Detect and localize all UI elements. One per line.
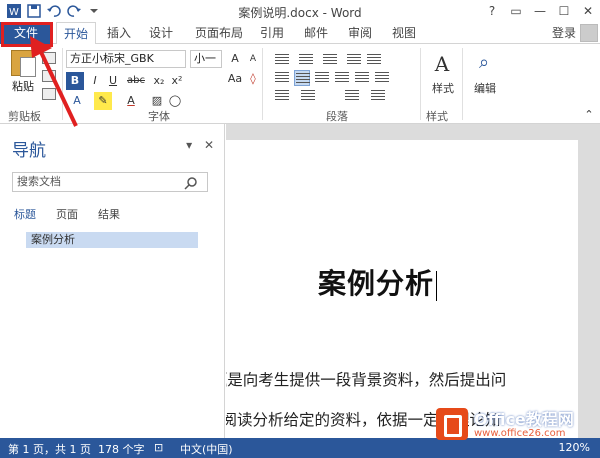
align-left-icon[interactable] — [274, 70, 290, 86]
align-right-icon[interactable] — [314, 70, 330, 86]
multilevel-list-icon[interactable] — [322, 52, 338, 68]
styles-button-label[interactable]: 样式 — [428, 80, 458, 98]
document-page[interactable]: 案例分析 f题是向考生提供一段背景资料，然后提出问 上阅读分析给定的资料，依据一… — [226, 140, 578, 438]
nav-tab-pages[interactable]: 页面 — [56, 206, 78, 222]
word-count[interactable]: 178 个字 — [98, 441, 145, 457]
distributed-icon[interactable] — [354, 70, 370, 86]
group-divider — [262, 48, 263, 120]
nav-tabs: 标题 页面 结果 — [14, 206, 120, 222]
group-divider — [462, 48, 463, 120]
nav-options-icon[interactable]: ▾ — [186, 138, 192, 152]
tab-references[interactable]: 引用 — [254, 22, 290, 44]
nav-close-icon[interactable]: ✕ — [204, 138, 214, 152]
decrease-indent-icon[interactable] — [346, 52, 362, 68]
nav-tab-headings[interactable]: 标题 — [14, 206, 36, 222]
tab-review[interactable]: 审阅 — [342, 22, 378, 44]
sort-icon[interactable] — [300, 88, 316, 104]
nav-heading-item[interactable]: 案例分析 — [26, 232, 198, 248]
tab-view[interactable]: 视图 — [386, 22, 422, 44]
increase-indent-icon[interactable] — [366, 52, 382, 68]
watermark-url: www.office26.com — [474, 428, 566, 439]
numbering-icon[interactable] — [298, 52, 314, 68]
office-logo-icon — [436, 408, 468, 440]
tab-mailings[interactable]: 邮件 — [298, 22, 334, 44]
nav-tab-results[interactable]: 结果 — [98, 206, 120, 222]
font-color-icon[interactable]: A — [122, 92, 140, 110]
minimize-icon[interactable]: — — [528, 2, 552, 20]
align-center-icon[interactable] — [294, 70, 310, 86]
bullets-icon[interactable] — [274, 52, 290, 68]
collapse-ribbon-icon[interactable]: ⌃ — [580, 106, 598, 124]
help-icon[interactable]: ? — [480, 2, 504, 20]
change-case-icon[interactable]: Aa — [226, 70, 244, 88]
ribbon: 粘贴 剪贴板 方正小标宋_GBK 小一 A A Aa ◊ B I U abc x… — [0, 44, 600, 124]
watermark: Office教程网 www.office26.com — [436, 406, 594, 446]
login-link[interactable]: 登录 — [552, 22, 576, 44]
tab-design[interactable]: 设计 — [142, 22, 180, 44]
editing-button-label[interactable]: 编辑 — [470, 80, 500, 98]
line-spacing-icon[interactable] — [374, 70, 390, 86]
maximize-icon[interactable]: ☐ — [552, 2, 576, 20]
paragraph-group-label: 段落 — [326, 110, 348, 123]
title-bar: W 案例说明.docx - Word ? ▭ — ☐ ✕ — [0, 0, 600, 22]
underline-button[interactable]: U — [104, 72, 122, 90]
nav-title: 导航 — [12, 141, 46, 161]
subscript-button[interactable]: x₂ — [150, 72, 168, 90]
strikethrough-button[interactable]: abc — [124, 72, 148, 90]
avatar[interactable] — [580, 24, 598, 42]
body-line[interactable]: f题是向考生提供一段背景资料，然后提出问 — [226, 368, 506, 390]
font-size-select[interactable]: 小一 — [190, 50, 222, 68]
italic-button[interactable]: I — [86, 72, 104, 90]
find-icon[interactable]: ⌕ — [472, 52, 496, 78]
nav-controls: ▾ ✕ — [186, 138, 214, 152]
ribbon-display-icon[interactable]: ▭ — [504, 2, 528, 20]
font-group-label: 字体 — [148, 110, 170, 123]
heading-text: 案例分析 — [318, 267, 435, 300]
superscript-button[interactable]: x² — [168, 72, 186, 90]
asian-layout-icon[interactable] — [274, 88, 290, 104]
justify-icon[interactable] — [334, 70, 350, 86]
group-divider — [420, 48, 421, 120]
grow-font-icon[interactable]: A — [226, 50, 244, 68]
document-heading[interactable]: 案例分析 — [318, 262, 438, 302]
styles-group-label: 样式 — [426, 110, 448, 123]
font-name-select[interactable]: 方正小标宋_GBK — [66, 50, 186, 68]
window-controls: ? ▭ — ☐ ✕ — [480, 2, 600, 20]
text-cursor — [436, 270, 438, 301]
shading-icon[interactable] — [344, 88, 360, 104]
clear-format-icon[interactable]: ◊ — [244, 70, 262, 88]
pointer-arrow-icon — [30, 36, 78, 127]
search-input[interactable]: 搜索文档 — [12, 172, 208, 192]
language[interactable]: 中文(中国) — [180, 441, 233, 457]
tab-insert[interactable]: 插入 — [100, 22, 138, 44]
search-icon[interactable] — [184, 176, 198, 190]
page-count[interactable]: 第 1 页，共 1 页 — [8, 441, 91, 457]
borders-icon[interactable] — [370, 88, 386, 104]
highlight-color-icon[interactable]: ✎ — [94, 92, 112, 110]
navigation-pane: 导航 ▾ ✕ 搜索文档 标题 页面 结果 案例分析 — [0, 124, 225, 438]
ribbon-tabs: 文件 开始 插入 设计 页面布局 引用 邮件 审阅 视图 登录 — [0, 22, 600, 45]
shrink-font-icon[interactable]: A — [244, 50, 262, 68]
watermark-brand: Office教程网 — [474, 410, 574, 429]
proofing-icon[interactable]: ⊡ — [154, 441, 163, 454]
styles-icon[interactable]: A — [430, 52, 454, 78]
document-area[interactable]: 案例分析 f题是向考生提供一段背景资料，然后提出问 上阅读分析给定的资料，依据一… — [226, 124, 600, 438]
close-icon[interactable]: ✕ — [576, 2, 600, 20]
tab-layout[interactable]: 页面布局 — [188, 22, 250, 44]
